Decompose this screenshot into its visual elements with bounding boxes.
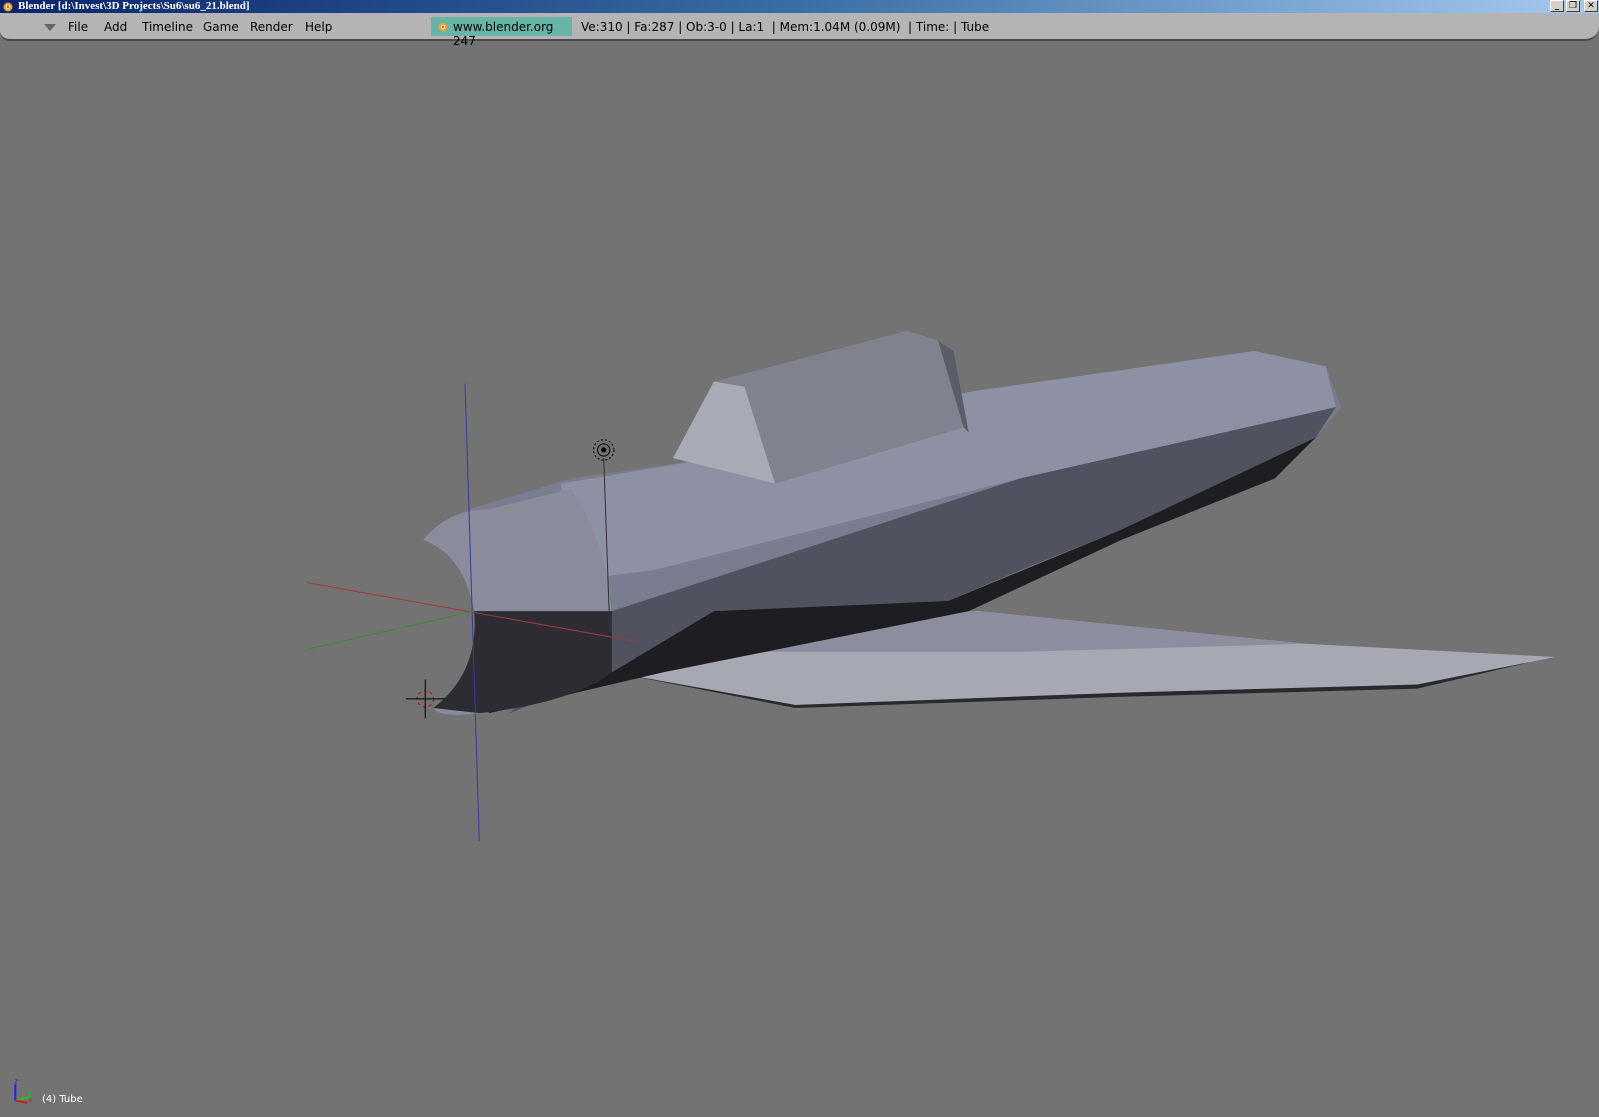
axis-z-label: z bbox=[14, 1076, 18, 1085]
axis-x-label: x bbox=[29, 1096, 33, 1105]
menu-add[interactable]: Add bbox=[104, 20, 127, 34]
menu-bar: File Add Timeline Game Render Help www.b… bbox=[0, 13, 1599, 48]
close-button[interactable]: ✕ bbox=[1584, 0, 1598, 12]
scene-stats: Ve:310 | Fa:287 | Ob:3-0 | La:1 | Mem:1.… bbox=[581, 20, 990, 34]
collapse-menu-icon[interactable] bbox=[44, 24, 56, 31]
blender-version-badge[interactable]: www.blender.org 247 bbox=[431, 17, 572, 48]
axis-gizmo-icon: z y x bbox=[14, 1076, 33, 1105]
3d-viewport[interactable]: z y x bbox=[0, 41, 1599, 1117]
intake bbox=[423, 488, 612, 715]
blender-logo-icon bbox=[3, 2, 13, 12]
menu-help[interactable]: Help bbox=[305, 20, 332, 34]
menu-timeline[interactable]: Timeline bbox=[142, 20, 193, 34]
minimize-button[interactable]: _ bbox=[1550, 0, 1564, 12]
active-object-label: (4) Tube bbox=[42, 1094, 83, 1105]
restore-button[interactable]: ❐ bbox=[1566, 0, 1580, 12]
lamp-icon[interactable] bbox=[592, 439, 615, 461]
menu-file[interactable]: File bbox=[68, 20, 88, 34]
menu-game[interactable]: Game bbox=[203, 20, 239, 34]
blender-logo-icon bbox=[438, 22, 448, 32]
menu-render[interactable]: Render bbox=[250, 20, 293, 34]
window-title: Blender [d:\Invest\3D Projects\Su6\su6_2… bbox=[18, 0, 250, 12]
title-bar: Blender [d:\Invest\3D Projects\Su6\su6_2… bbox=[0, 0, 1599, 13]
